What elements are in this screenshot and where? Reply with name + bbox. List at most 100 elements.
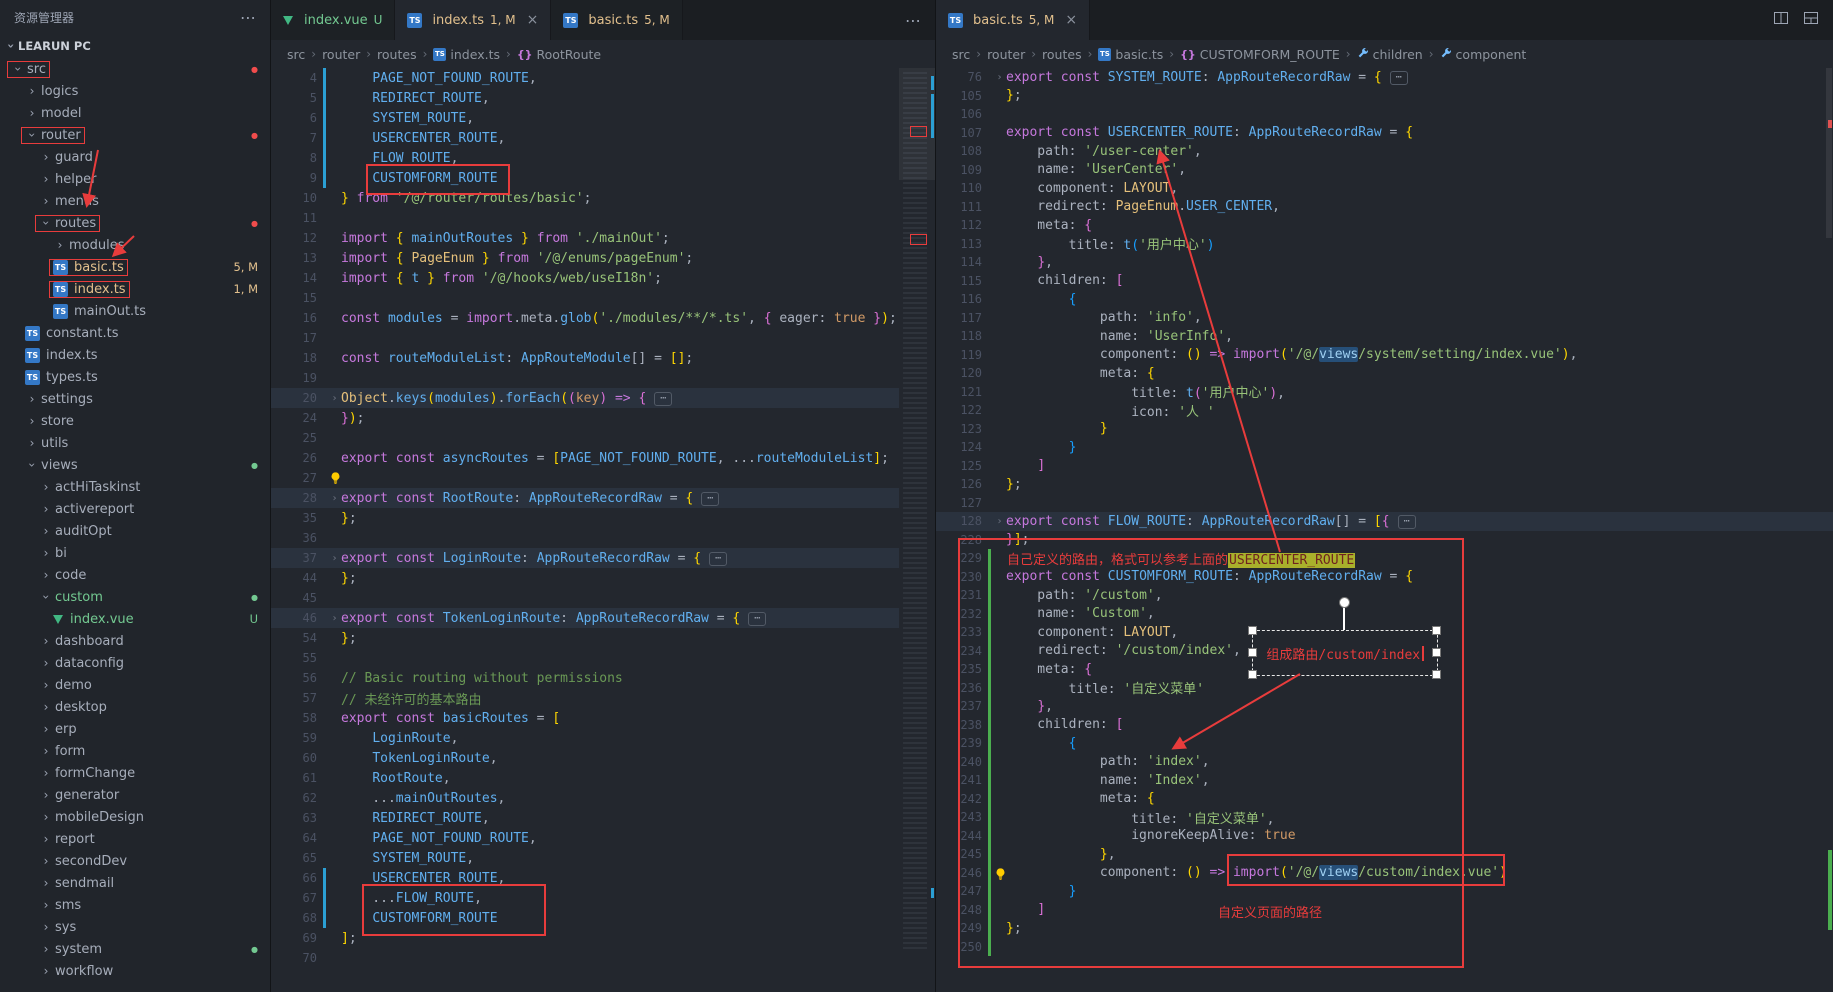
code-line-243[interactable]: 243 title: '自定义菜单',: [936, 808, 1833, 827]
tree-item-constant.ts[interactable]: TSconstant.ts: [0, 322, 270, 344]
code-line-37[interactable]: 37›export const LoginRoute: AppRouteReco…: [271, 548, 935, 568]
code-line-238[interactable]: 238 children: [: [936, 716, 1833, 735]
code-line-230[interactable]: 230export const CUSTOMFORM_ROUTE: AppRou…: [936, 568, 1833, 587]
chevron-right-icon[interactable]: ›: [39, 876, 53, 890]
tree-item-menus[interactable]: ›menus: [0, 190, 270, 212]
code-line-9[interactable]: 9 CUSTOMFORM_ROUTE: [271, 168, 935, 188]
chevron-right-icon[interactable]: ›: [53, 238, 67, 252]
code-line-4[interactable]: 4 PAGE_NOT_FOUND_ROUTE,: [271, 68, 935, 88]
tree-item-index.ts[interactable]: TSindex.ts: [0, 344, 270, 366]
tree-item-logics[interactable]: ›logics: [0, 80, 270, 102]
tree-item-sys[interactable]: ›sys: [0, 916, 270, 938]
folded-region-icon[interactable]: ⋯: [1398, 515, 1416, 529]
code-line-244[interactable]: 244 ignoreKeepAlive: true: [936, 827, 1833, 846]
tree-item-custom[interactable]: ›custom●: [0, 586, 270, 608]
tree-item-form[interactable]: ›form: [0, 740, 270, 762]
code-line-7[interactable]: 7 USERCENTER_ROUTE,: [271, 128, 935, 148]
code-line-58[interactable]: 58export const basicRoutes = [: [271, 708, 935, 728]
code-line-8[interactable]: 8 FLOW_ROUTE,: [271, 148, 935, 168]
chevron-down-icon[interactable]: ›: [25, 458, 39, 472]
chevron-right-icon[interactable]: ›: [25, 84, 39, 98]
code-line-237[interactable]: 237 },: [936, 697, 1833, 716]
code-line-46[interactable]: 46›export const TokenLoginRoute: AppRout…: [271, 608, 935, 628]
chevron-right-icon[interactable]: ›: [25, 436, 39, 450]
code-line-105[interactable]: 105};: [936, 87, 1833, 106]
tree-item-formChange[interactable]: ›formChange: [0, 762, 270, 784]
minimap-slider[interactable]: [899, 68, 935, 180]
code-line-28[interactable]: 28›export const RootRoute: AppRouteRecor…: [271, 488, 935, 508]
breadcrumb-item-src[interactable]: src: [952, 47, 970, 62]
chevron-right-icon[interactable]: ›: [39, 568, 53, 582]
folded-region-icon[interactable]: ⋯: [1390, 71, 1408, 85]
chevron-right-icon[interactable]: ›: [39, 502, 53, 516]
chevron-right-icon[interactable]: ›: [39, 678, 53, 692]
breadcrumb-item-component[interactable]: component: [1440, 47, 1527, 62]
tree-item-workflow[interactable]: ›workflow: [0, 960, 270, 982]
code-line-109[interactable]: 109 name: 'UserCenter',: [936, 161, 1833, 180]
tree-item-routes[interactable]: ›routes●: [0, 212, 270, 234]
code-line-235[interactable]: 235 meta: {: [936, 660, 1833, 679]
code-line-228[interactable]: 228}];: [936, 531, 1833, 550]
code-line-248[interactable]: 248 ]: [936, 901, 1833, 920]
code-line-124[interactable]: 124 }: [936, 438, 1833, 457]
chevron-right-icon[interactable]: ›: [39, 854, 53, 868]
code-line-5[interactable]: 5 REDIRECT_ROUTE,: [271, 88, 935, 108]
code-line-246[interactable]: 246 component: () => import('/@/views/cu…: [936, 864, 1833, 883]
editor-more-actions-icon[interactable]: ⋯: [905, 11, 935, 30]
code-line-240[interactable]: 240 path: 'index',: [936, 753, 1833, 772]
code-line-242[interactable]: 242 meta: {: [936, 790, 1833, 809]
code-line-59[interactable]: 59 LoginRoute,: [271, 728, 935, 748]
fold-chevron-icon[interactable]: ›: [328, 613, 341, 624]
chevron-right-icon[interactable]: ›: [25, 106, 39, 120]
tree-item-mobileDesign[interactable]: ›mobileDesign: [0, 806, 270, 828]
lightbulb-icon[interactable]: [329, 470, 342, 489]
tab-index.ts[interactable]: TSindex.ts1, M×: [395, 0, 551, 40]
code-line-45[interactable]: 45: [271, 588, 935, 608]
code-line-127[interactable]: 127: [936, 494, 1833, 513]
tree-item-utils[interactable]: ›utils: [0, 432, 270, 454]
code-line-112[interactable]: 112 meta: {: [936, 216, 1833, 235]
code-line-65[interactable]: 65 SYSTEM_ROUTE,: [271, 848, 935, 868]
tree-item-demo[interactable]: ›demo: [0, 674, 270, 696]
chevron-right-icon[interactable]: ›: [39, 898, 53, 912]
chevron-right-icon[interactable]: ›: [39, 832, 53, 846]
tree-item-sendmail[interactable]: ›sendmail: [0, 872, 270, 894]
split-editor-icon[interactable]: [1773, 10, 1789, 30]
chevron-down-icon[interactable]: ›: [39, 590, 53, 604]
code-line-54[interactable]: 54};: [271, 628, 935, 648]
chevron-right-icon[interactable]: ›: [39, 942, 53, 956]
tree-item-desktop[interactable]: ›desktop: [0, 696, 270, 718]
chevron-right-icon[interactable]: ›: [39, 194, 53, 208]
chevron-right-icon[interactable]: ›: [25, 392, 39, 406]
code-line-231[interactable]: 231 path: '/custom',: [936, 586, 1833, 605]
tree-item-views[interactable]: ›views●: [0, 454, 270, 476]
chevron-right-icon[interactable]: ›: [39, 810, 53, 824]
code-line-114[interactable]: 114 },: [936, 253, 1833, 272]
close-icon[interactable]: ×: [1065, 12, 1077, 28]
code-line-234[interactable]: 234 redirect: '/custom/index',: [936, 642, 1833, 661]
tree-item-code[interactable]: ›code: [0, 564, 270, 586]
chevron-right-icon[interactable]: ›: [39, 788, 53, 802]
tree-item-index.vue[interactable]: index.vueU: [0, 608, 270, 630]
code-line-36[interactable]: 36: [271, 528, 935, 548]
chevron-right-icon[interactable]: ›: [39, 150, 53, 164]
tree-item-secondDev[interactable]: ›secondDev: [0, 850, 270, 872]
code-line-25[interactable]: 25: [271, 428, 935, 448]
code-line-236[interactable]: 236 title: '自定义菜单': [936, 679, 1833, 698]
tree-item-actHiTaskinst[interactable]: ›actHiTaskinst: [0, 476, 270, 498]
tree-item-dashboard[interactable]: ›dashboard: [0, 630, 270, 652]
fold-chevron-icon[interactable]: ›: [993, 516, 1006, 527]
code-line-115[interactable]: 115 children: [: [936, 272, 1833, 291]
code-line-250[interactable]: 250: [936, 938, 1833, 957]
tab-index.vue[interactable]: index.vueU: [271, 0, 395, 40]
code-line-232[interactable]: 232 name: 'Custom',: [936, 605, 1833, 624]
code-line-56[interactable]: 56// Basic routing without permissions: [271, 668, 935, 688]
editor-layout-icon[interactable]: [1803, 10, 1819, 30]
breadcrumb-item-routes[interactable]: routes: [377, 47, 417, 62]
code-line-123[interactable]: 123 }: [936, 420, 1833, 439]
code-line-116[interactable]: 116 {: [936, 290, 1833, 309]
code-line-111[interactable]: 111 redirect: PageEnum.USER_CENTER,: [936, 198, 1833, 217]
tree-item-basic.ts[interactable]: TSbasic.ts5, M: [0, 256, 270, 278]
code-line-70[interactable]: 70: [271, 948, 935, 968]
minimap[interactable]: [899, 68, 935, 992]
